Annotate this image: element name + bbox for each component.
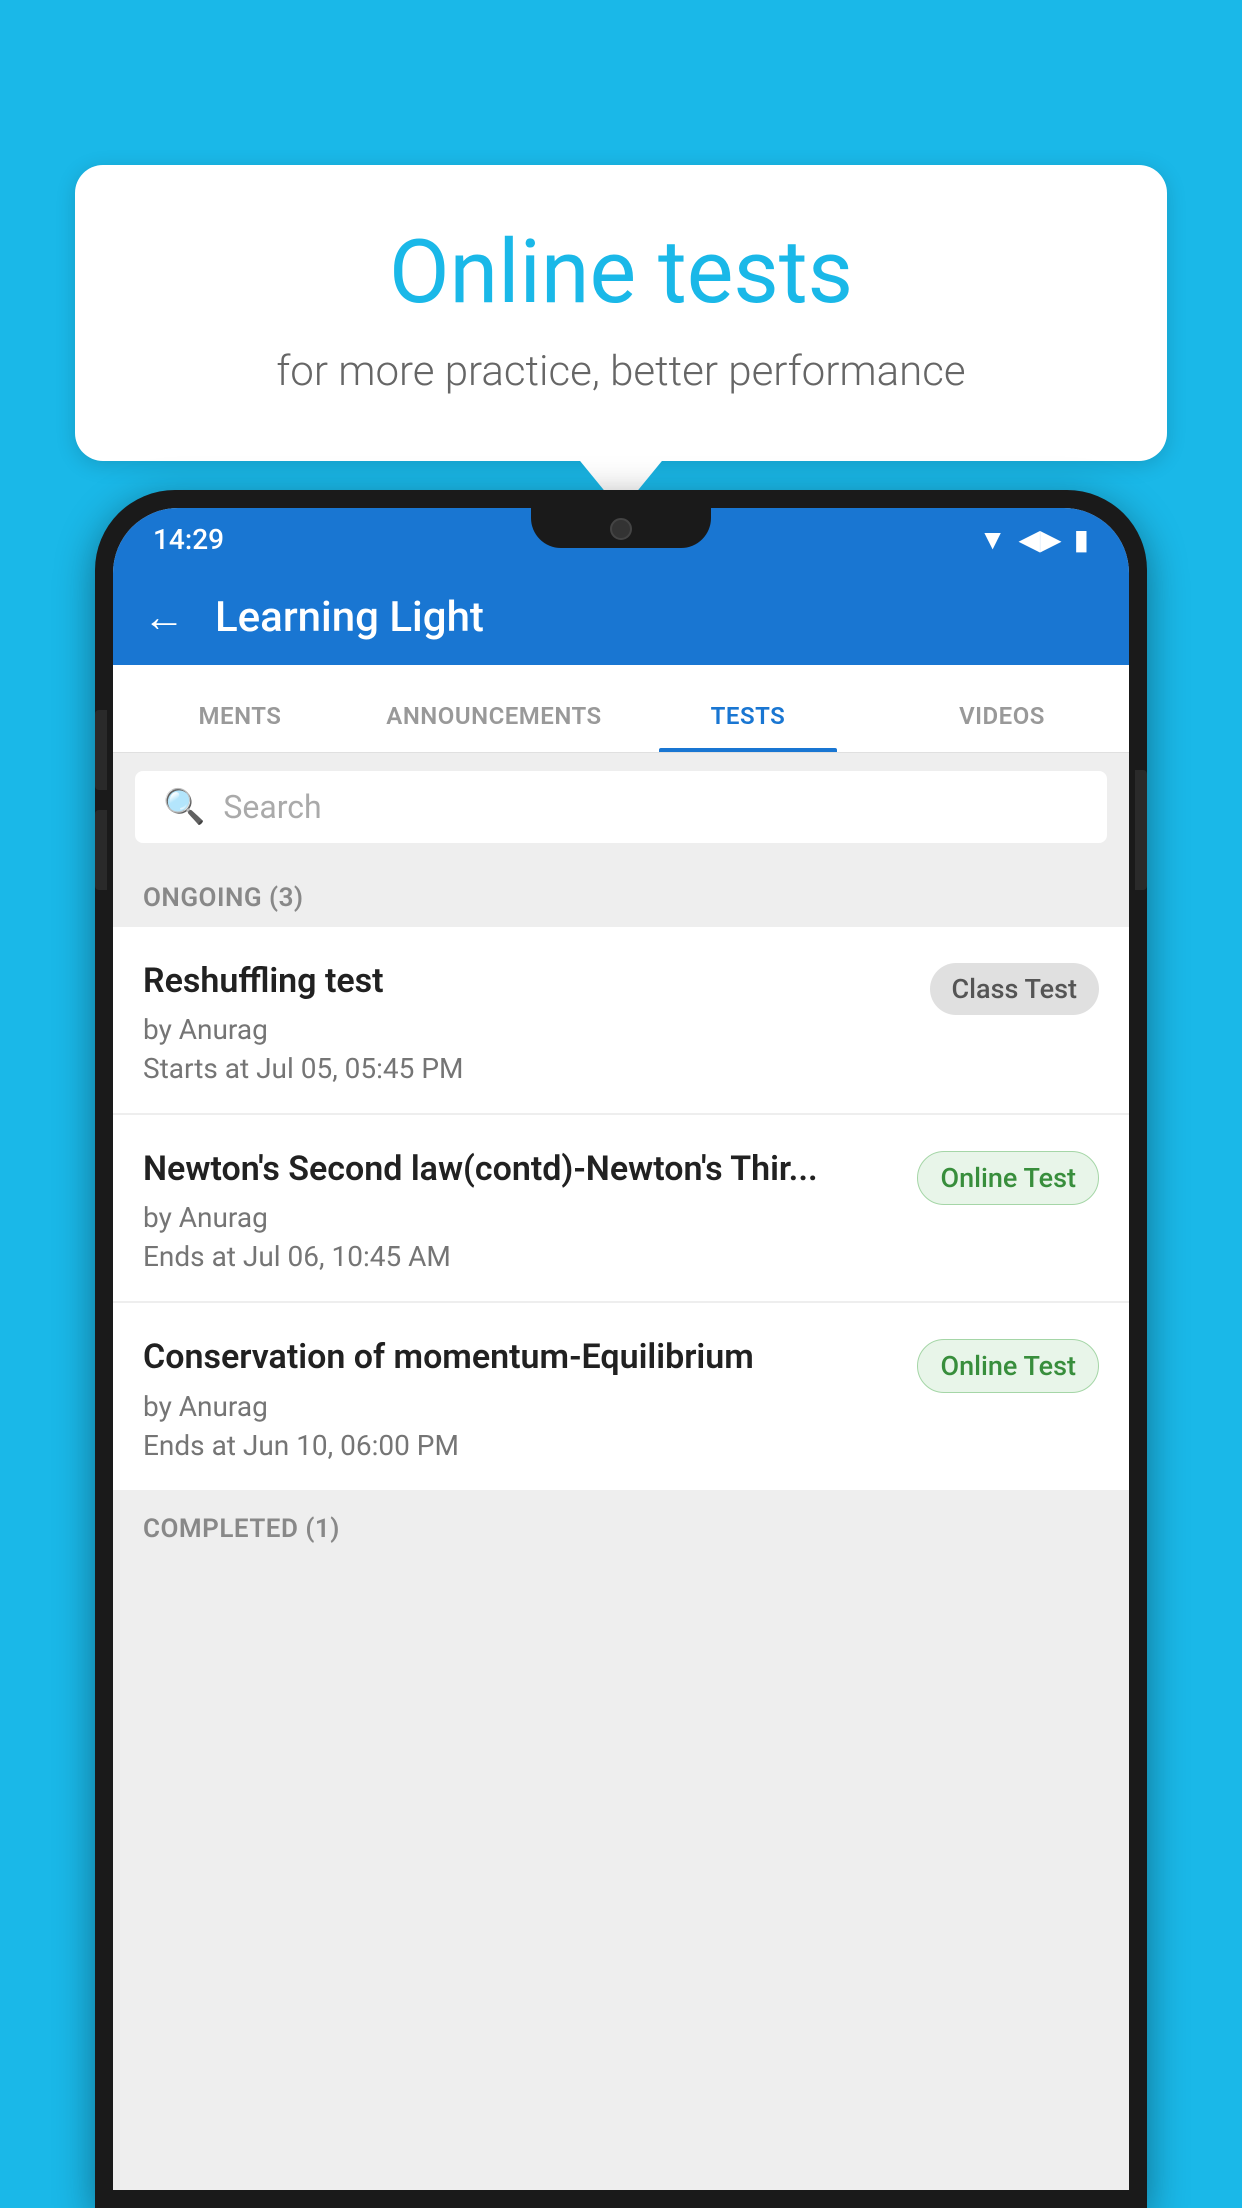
test-card-2[interactable]: Newton's Second law(contd)-Newton's Thir… [113,1115,1129,1301]
tab-videos[interactable]: VIDEOS [875,702,1129,752]
speech-bubble-title: Online tests [135,225,1107,322]
test-card-3-content: Conservation of momentum-Equilibrium by … [143,1335,917,1461]
test-card-2-date: Ends at Jul 06, 10:45 AM [143,1240,897,1273]
ongoing-section-header: ONGOING (3) [113,861,1129,927]
volume-up-button[interactable] [95,710,107,790]
search-container: 🔍 Search [113,753,1129,861]
test-card-1-date: Starts at Jul 05, 05:45 PM [143,1052,910,1085]
test-card-3[interactable]: Conservation of momentum-Equilibrium by … [113,1303,1129,1489]
test-card-3-title: Conservation of momentum-Equilibrium [143,1335,897,1379]
phone-notch [531,508,711,548]
camera [610,518,632,540]
back-button[interactable]: ← [143,593,185,642]
test-card-2-title: Newton's Second law(contd)-Newton's Thir… [143,1147,897,1191]
speech-bubble: Online tests for more practice, better p… [75,165,1167,461]
power-button[interactable] [1135,770,1147,890]
phone-frame: 14:29 ▼ ◀▶ ▮ ← Learning Light MENTS ANNO… [95,490,1147,2208]
test-card-2-content: Newton's Second law(contd)-Newton's Thir… [143,1147,917,1273]
phone-screen: 14:29 ▼ ◀▶ ▮ ← Learning Light MENTS ANNO… [113,508,1129,2190]
tab-tests[interactable]: TESTS [621,702,875,752]
completed-section-header: COMPLETED (1) [113,1492,1129,1558]
search-placeholder: Search [223,788,321,826]
content-area: ONGOING (3) Reshuffling test by Anurag S… [113,861,1129,2190]
test-card-1-title: Reshuffling test [143,959,910,1003]
test-card-2-author: by Anurag [143,1201,897,1234]
app-bar: ← Learning Light [113,570,1129,665]
test-card-1[interactable]: Reshuffling test by Anurag Starts at Jul… [113,927,1129,1113]
test-card-3-badge: Online Test [917,1339,1099,1393]
test-card-2-badge: Online Test [917,1151,1099,1205]
test-card-3-author: by Anurag [143,1390,897,1423]
signal-icon: ◀▶ [1019,523,1062,556]
app-title: Learning Light [215,593,484,642]
speech-bubble-subtitle: for more practice, better performance [135,347,1107,396]
wifi-icon: ▼ [979,523,1007,556]
test-card-1-content: Reshuffling test by Anurag Starts at Jul… [143,959,930,1085]
test-card-1-badge: Class Test [930,963,1100,1015]
tab-announcements[interactable]: ANNOUNCEMENTS [367,702,621,752]
status-time: 14:29 [153,523,224,556]
tab-bar: MENTS ANNOUNCEMENTS TESTS VIDEOS [113,665,1129,753]
test-card-3-date: Ends at Jun 10, 06:00 PM [143,1429,897,1462]
search-icon: 🔍 [163,787,205,827]
tab-ments[interactable]: MENTS [113,702,367,752]
volume-down-button[interactable] [95,810,107,890]
search-bar[interactable]: 🔍 Search [135,771,1107,843]
status-icons: ▼ ◀▶ ▮ [979,523,1089,556]
battery-icon: ▮ [1074,523,1089,556]
test-card-1-author: by Anurag [143,1013,910,1046]
